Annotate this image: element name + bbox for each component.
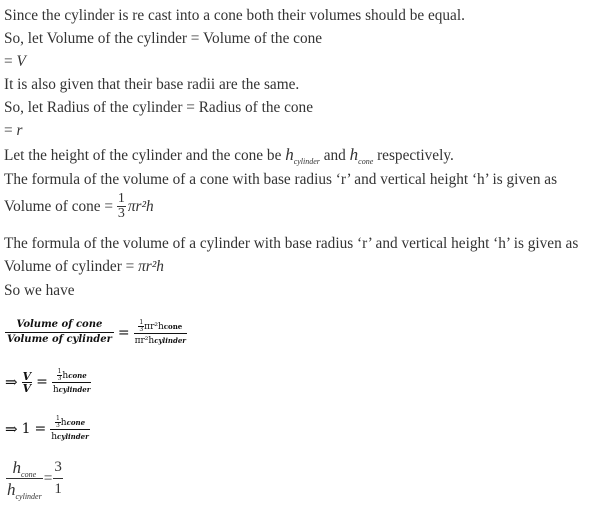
equation-volume-ratio: Volume of cone Volume of cylinder = 1 3 πr… bbox=[5, 318, 187, 347]
formula-label: Volume of cylinder = bbox=[4, 258, 139, 275]
cone-volume-formula: Volume of cone = 1 3 πr²h bbox=[4, 192, 154, 221]
lhs-fraction: hcone hcylinder bbox=[6, 458, 43, 502]
text-segment: and bbox=[319, 147, 350, 164]
text-line-12: So we have bbox=[4, 282, 75, 299]
text-line-7: Let the height of the cylinder and the c… bbox=[4, 145, 454, 166]
numerator: 3 bbox=[54, 459, 62, 476]
denominator: 1 bbox=[53, 478, 63, 497]
fraction-one-third: 13 bbox=[116, 191, 126, 221]
lhs-fraction: Volume of cone Volume of cylinder bbox=[5, 318, 114, 347]
text-segment: Let the height of the cylinder and the c… bbox=[4, 147, 286, 164]
denominator: hcylinder bbox=[50, 429, 90, 442]
equals-sign: = bbox=[36, 374, 48, 390]
numerator: V bbox=[22, 369, 32, 383]
h-symbol: h bbox=[7, 480, 16, 500]
variable-v: V bbox=[16, 53, 26, 70]
formula-label: Volume of cone = bbox=[4, 197, 117, 215]
text-line-5: So, let Radius of the cylinder = Radius … bbox=[4, 99, 313, 116]
denominator: V bbox=[21, 381, 33, 395]
formula-expression: πr²h bbox=[138, 258, 164, 275]
denominator: hcylinder bbox=[51, 382, 92, 395]
subscript: cylinder bbox=[58, 385, 91, 394]
h-cone-subscript: cone bbox=[358, 157, 374, 166]
text-line-1: Since the cylinder is re cast into a con… bbox=[4, 7, 465, 24]
text-line-6: = r bbox=[4, 123, 22, 138]
rhs-fraction: 1 3 πr²hcone πr²hcylinder bbox=[133, 319, 187, 346]
rhs-fraction: 3 1 bbox=[53, 460, 63, 497]
subscript: cone bbox=[163, 321, 183, 331]
h-symbol: h bbox=[12, 458, 22, 477]
lhs-fraction: V V bbox=[21, 369, 33, 395]
subscript: cone bbox=[21, 470, 37, 479]
equals-sign: = bbox=[34, 421, 47, 437]
h-cylinder-symbol: h bbox=[285, 145, 294, 164]
text-line-8: The formula of the volume of a cone with… bbox=[4, 171, 558, 188]
h-cylinder-subscript: cylinder bbox=[293, 157, 320, 166]
rhs-fraction: 1 3 hcone hcylinder bbox=[50, 416, 90, 442]
lhs-value: 1 bbox=[21, 421, 31, 437]
rhs-fraction: 1 3 hcone hcylinder bbox=[51, 369, 92, 395]
equation-height-ratio: hcone hcylinder = 3 1 bbox=[6, 458, 63, 502]
equation-one-equals: ⇒ 1 = 1 3 hcone hcylinder bbox=[5, 416, 90, 442]
implies-arrow: ⇒ bbox=[5, 419, 18, 438]
text-segment: respectively. bbox=[373, 147, 454, 164]
numerator: 1 bbox=[117, 191, 125, 206]
denominator: Volume of cylinder bbox=[5, 332, 114, 345]
equals-sign: = bbox=[117, 324, 130, 341]
numerator: hcone bbox=[6, 458, 43, 479]
text-line-3: = V bbox=[4, 54, 26, 69]
denominator: 3 bbox=[116, 206, 126, 221]
equals-sign: = bbox=[4, 53, 17, 70]
numerator: 1 3 hcone bbox=[52, 369, 92, 382]
equation-v-over-v: ⇒ V V = 1 3 hcone hcylinder bbox=[5, 369, 92, 395]
implies-arrow: ⇒ bbox=[5, 372, 18, 391]
numerator: 1 3 hcone bbox=[50, 416, 90, 429]
subscript: cylinder bbox=[15, 492, 42, 502]
subscript: cone bbox=[66, 418, 86, 427]
equals-sign: = bbox=[43, 470, 53, 488]
text-line-10: The formula of the volume of a cylinder … bbox=[4, 235, 579, 252]
subscript: cylinder bbox=[154, 335, 186, 345]
denominator: πr²hcylinder bbox=[133, 332, 187, 346]
variable-r: r bbox=[16, 122, 23, 139]
expression: πr²h bbox=[134, 335, 155, 346]
numerator: Volume of cone bbox=[16, 319, 103, 330]
denominator: hcylinder bbox=[6, 478, 43, 502]
cylinder-volume-formula: Volume of cylinder = πr²h bbox=[4, 259, 164, 274]
subscript: cylinder bbox=[57, 432, 89, 441]
formula-expression: πr²h bbox=[127, 197, 154, 215]
h-cone-symbol: h bbox=[349, 145, 359, 164]
text-line-2: So, let Volume of the cylinder = Volume … bbox=[4, 30, 323, 47]
numerator: 1 3 πr²hcone bbox=[134, 319, 187, 333]
equals-sign: = bbox=[4, 122, 17, 139]
text-line-4: It is also given that their base radii a… bbox=[4, 76, 300, 93]
expression: πr²h bbox=[144, 321, 164, 332]
subscript: cone bbox=[68, 371, 87, 380]
